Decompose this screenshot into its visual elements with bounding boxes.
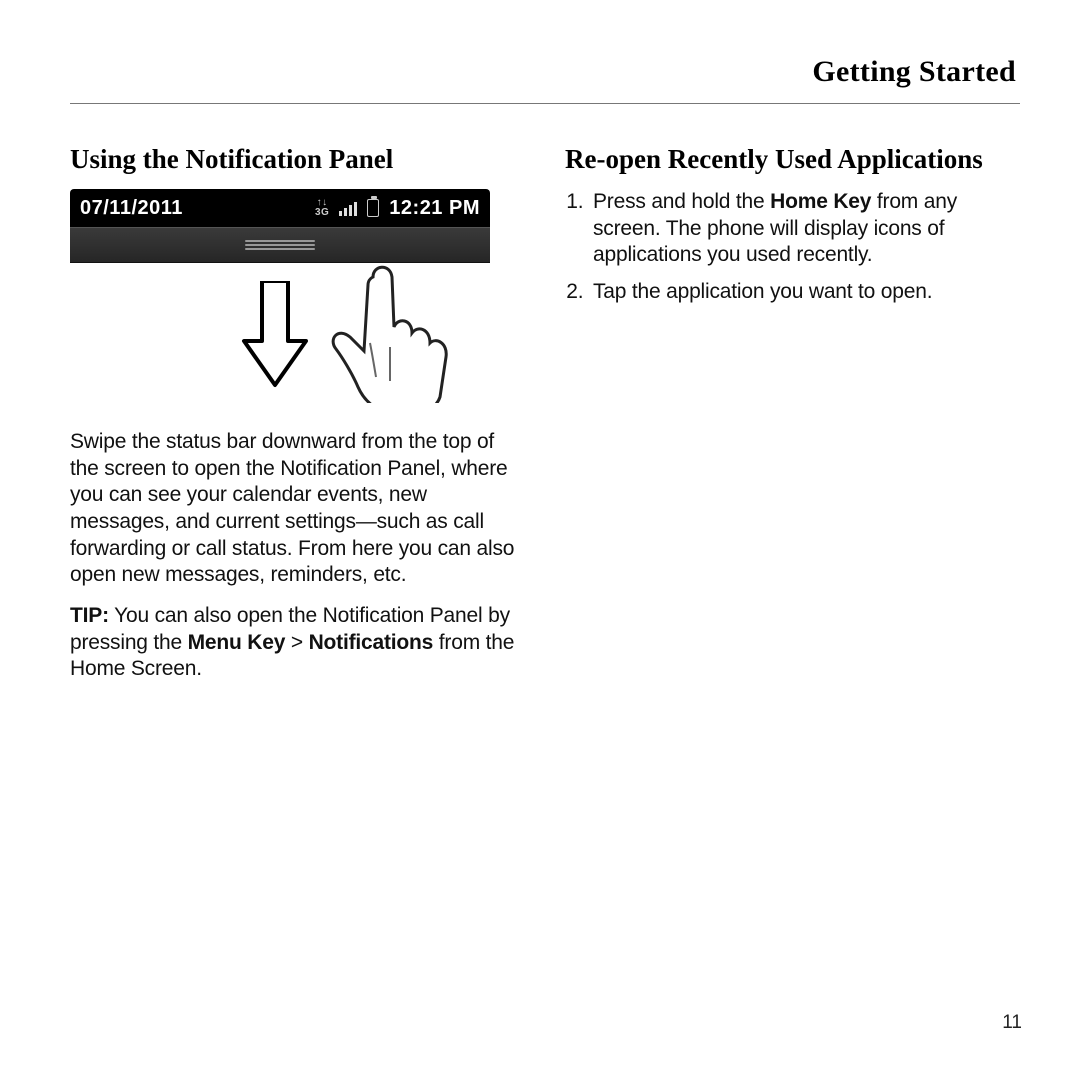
battery-icon — [367, 199, 379, 217]
section-heading-notification: Using the Notification Panel — [70, 144, 525, 175]
menu-key-label: Menu Key — [188, 631, 286, 654]
network-3g-icon: ↑↓ 3G — [315, 198, 329, 218]
steps-list: Press and hold the Home Key from any scr… — [565, 189, 1020, 306]
grip-icon — [245, 238, 315, 252]
swipe-down-arrow-icon — [240, 281, 310, 391]
phone-screenshot: 07/11/2011 ↑↓ 3G 12:21 PM — [70, 189, 490, 403]
chapter-title: Getting Started — [70, 55, 1020, 104]
home-key-label: Home Key — [770, 190, 871, 213]
pointing-hand-icon — [318, 257, 468, 403]
status-time: 12:21 PM — [389, 197, 480, 220]
notifications-label: Notifications — [309, 631, 434, 654]
status-bar: 07/11/2011 ↑↓ 3G 12:21 PM — [70, 189, 490, 227]
signal-icon — [339, 200, 357, 216]
notification-description: Swipe the status bar downward from the t… — [70, 429, 525, 589]
step-1: Press and hold the Home Key from any scr… — [589, 189, 1020, 269]
page-number: 11 — [1002, 1012, 1022, 1034]
tip-label: TIP: — [70, 604, 109, 627]
section-heading-reopen: Re-open Recently Used Applications — [565, 144, 1020, 175]
status-date: 07/11/2011 — [80, 197, 183, 220]
right-column: Re-open Recently Used Applications Press… — [565, 144, 1020, 697]
step-2: Tap the application you want to open. — [589, 279, 1020, 306]
left-column: Using the Notification Panel 07/11/2011 … — [70, 144, 525, 697]
tip-paragraph: TIP: You can also open the Notification … — [70, 603, 525, 683]
